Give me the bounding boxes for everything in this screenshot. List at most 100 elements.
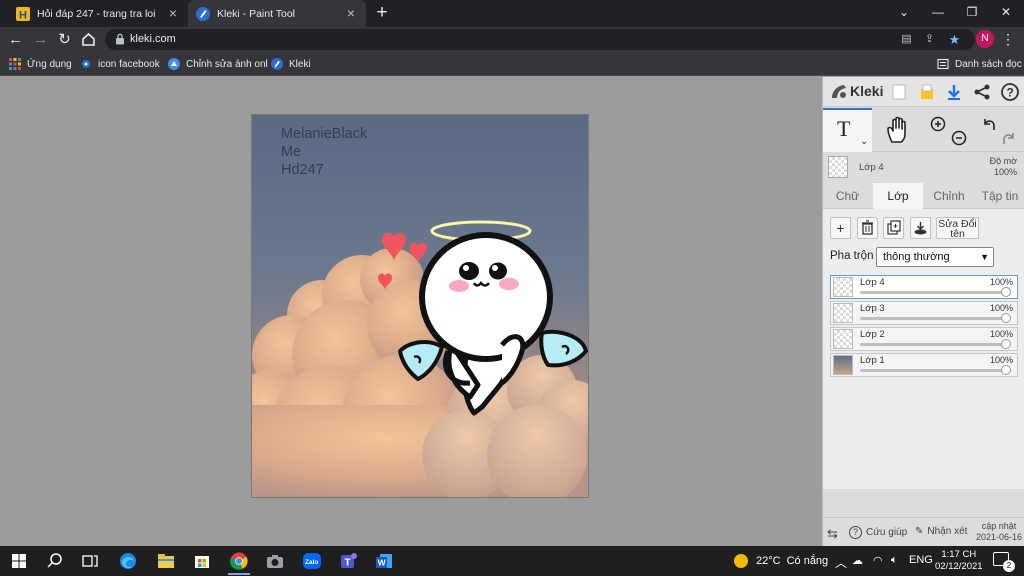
merge-layer-button[interactable] [910,217,931,239]
share-icon[interactable]: ⇪ [922,32,937,47]
panel-footer: ⇆ ? Cứu giúp ✎ Nhận xét cập nhật 2021-06… [823,517,1024,546]
close-tab-icon[interactable]: × [344,6,358,20]
duplicate-layer-button[interactable] [883,217,904,239]
undo-icon[interactable] [981,116,997,132]
wifi-icon[interactable]: ◠ [873,554,883,567]
profile-avatar[interactable]: N [976,30,994,48]
bookmark-kleki[interactable]: Kleki [271,56,311,72]
slider-knob[interactable] [1001,287,1011,297]
weather-text: Có nắng [786,555,829,567]
layer-item[interactable]: Lớp 2 100% [830,327,1018,351]
tab-search-chevron-icon[interactable]: ⌄ [887,0,921,24]
clock-date: 02/12/2021 [935,561,983,572]
add-layer-button[interactable]: + [830,217,851,239]
layer-opacity-slider[interactable] [860,365,1011,375]
word-icon[interactable]: W [373,550,395,572]
swap-panel-icon[interactable]: ⇆ [827,526,838,542]
tab-adjust[interactable]: Chỉnh [924,183,974,209]
panel-header: Kleki ? [823,77,1024,107]
new-tab-button[interactable]: + [372,3,392,23]
current-layer-name: Lớp 4 [859,162,884,173]
bookmark-label: Ứng dụng [27,58,72,70]
hand-tool-icon[interactable] [885,116,911,144]
redo-icon[interactable] [1001,130,1017,146]
back-button[interactable]: ← [5,29,26,50]
new-image-icon[interactable] [889,82,909,102]
layer-opacity-slider[interactable] [860,313,1011,323]
teams-icon[interactable]: T [337,550,359,572]
layer-name: Lớp 2 [860,329,885,340]
download-icon[interactable] [944,82,964,102]
layer-opacity-slider[interactable] [860,339,1011,349]
zalo-icon[interactable]: Zalo [301,550,323,572]
search-icon[interactable] [44,550,66,572]
slider-knob[interactable] [1001,313,1011,323]
browser-menu-icon[interactable]: ⋮ [998,29,1018,49]
version-info[interactable]: cập nhật 2021-06-16 [976,521,1022,543]
windows-start-icon[interactable] [8,550,30,572]
svg-text:?: ? [1007,86,1014,100]
restore-button[interactable]: ❐ [955,0,989,24]
rename-layer-button[interactable]: Sửa Đổi tên [936,217,979,239]
open-image-icon[interactable] [917,82,937,102]
reading-list-button[interactable]: Danh sách đọc [937,56,1022,72]
translate-icon[interactable]: ▤ [899,32,914,47]
slider-knob[interactable] [1001,339,1011,349]
layer-thumbnail [833,329,853,349]
forward-button[interactable]: → [30,29,51,50]
minimize-button[interactable]: — [921,0,955,24]
tab-text[interactable]: Chữ [823,183,872,209]
active-app-indicator [228,573,250,575]
zoom-in-icon[interactable] [930,116,946,132]
edge-browser-icon[interactable] [117,550,139,572]
photo-editor-icon [168,58,180,70]
tab-layers[interactable]: Lớp [873,183,923,209]
bookmark-star-icon[interactable]: ★ [947,32,962,47]
feedback-button[interactable]: ✎ Nhận xét [915,526,967,537]
chrome-icon[interactable] [228,550,250,572]
notification-center-icon[interactable]: 2 [993,552,1015,572]
volume-icon[interactable]: 🔈︎ [891,554,898,567]
help-icon[interactable]: ? [1000,82,1020,102]
svg-text:Zalo: Zalo [305,559,318,566]
reload-button[interactable]: ↻ [54,29,75,50]
chevron-down-icon[interactable]: ⌄ [860,136,868,147]
close-tab-icon[interactable]: × [166,6,180,20]
url-text: kleki.com [130,33,176,45]
layer-item[interactable]: Lớp 3 100% [830,301,1018,325]
slider-knob[interactable] [1001,365,1011,375]
current-layer-info: Lớp 4 Độ mờ 100% [823,153,1024,183]
cloud-icon[interactable]: ☁ [852,554,863,567]
drawing-canvas[interactable]: MelanieBlack Me Hd247 [251,114,589,498]
close-window-button[interactable]: ✕ [989,0,1023,24]
help-label: Cứu giúp [866,527,908,538]
text-tool-icon: T [837,116,851,141]
tab-hoidap247[interactable]: H Hỏi đáp 247 - trang tra loi × [8,0,188,27]
layer-item[interactable]: Lớp 1 100% [830,353,1018,377]
tab-file[interactable]: Tập tin [975,183,1024,209]
blend-mode-select[interactable]: thông thường ▼ [876,247,994,267]
task-view-icon[interactable] [79,550,101,572]
opacity-value: 100% [993,167,1017,177]
layer-item[interactable]: Lớp 4 100% [830,275,1018,299]
bookmark-apps[interactable]: Ứng dụng [9,56,72,72]
microsoft-store-icon[interactable] [191,550,213,572]
tab-kleki[interactable]: Kleki - Paint Tool × [188,0,366,27]
text-tool-button[interactable]: T ⌄ [823,108,872,152]
file-explorer-icon[interactable] [155,550,177,572]
layer-opacity-slider[interactable] [860,287,1011,297]
help-button[interactable]: ? Cứu giúp [849,526,907,539]
home-button[interactable] [78,29,99,50]
bookmark-icon-facebook[interactable]: icon facebook [80,56,160,72]
layer-name: Lớp 4 [860,277,885,288]
weather-widget[interactable]: 22°C Có nắng [734,554,828,568]
show-hidden-icons-chevron-icon[interactable]: ︿ [835,554,847,571]
delete-layer-button[interactable] [857,217,878,239]
language-indicator[interactable]: ENG [909,554,933,566]
clock[interactable]: 1:17 CH 02/12/2021 [935,549,983,573]
address-bar[interactable]: kleki.com ▤ ⇪ ★ [105,29,975,50]
zoom-out-icon[interactable] [951,130,967,146]
bookmark-photo-editor[interactable]: Chỉnh sửa ảnh onl [168,56,268,72]
share-icon[interactable] [972,82,992,102]
camera-icon[interactable] [264,550,286,572]
